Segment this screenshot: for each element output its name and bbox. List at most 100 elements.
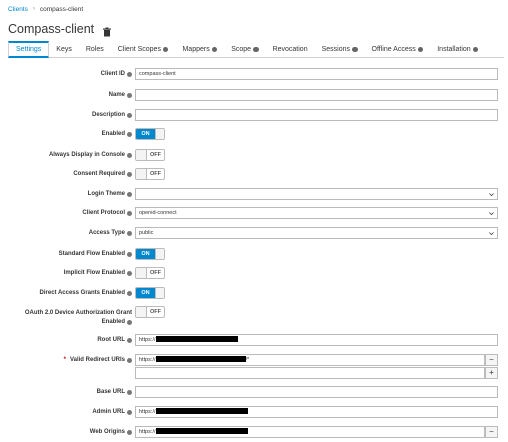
base-url-input[interactable] — [135, 386, 498, 398]
enabled-toggle[interactable]: ON — [135, 128, 165, 140]
help-icon — [127, 92, 132, 98]
direct-access-toggle[interactable]: ON — [135, 287, 165, 299]
label-text: Enabled — [101, 319, 125, 325]
root-url-input[interactable]: https:// — [135, 334, 498, 346]
required-marker: * — [63, 357, 66, 363]
help-icon — [127, 131, 132, 137]
help-icon — [127, 337, 132, 343]
url-prefix: https:// — [139, 357, 156, 363]
help-icon — [127, 112, 132, 118]
toggle-knob — [155, 249, 164, 259]
label-text: Client Protocol — [82, 210, 125, 216]
tab-roles[interactable]: Roles — [79, 41, 111, 58]
tab-bar: Settings Keys Roles Client Scopes Mapper… — [8, 41, 504, 58]
new-redirect-input[interactable] — [135, 367, 485, 379]
toggle-knob — [155, 288, 164, 298]
url-prefix: https:// — [139, 337, 156, 343]
toggle-state: ON — [136, 288, 155, 298]
consent-required-toggle[interactable]: OFF — [135, 168, 165, 180]
client-protocol-select[interactable]: openid-connect — [135, 207, 498, 219]
remove-redirect-button[interactable]: − — [485, 354, 498, 366]
help-icon — [127, 251, 132, 257]
label-text: Admin URL — [92, 409, 125, 415]
standard-flow-toggle[interactable]: ON — [135, 248, 165, 260]
tab-label: Roles — [85, 45, 104, 53]
label-text: OAuth 2.0 Device Authorization Grant — [24, 310, 132, 316]
label-text: Access Type — [88, 230, 125, 236]
toggle-state: ON — [136, 249, 155, 259]
base-url-label: Base URL — [97, 388, 132, 396]
tab-client-scopes[interactable]: Client Scopes — [111, 41, 176, 58]
help-icon — [211, 46, 218, 53]
remove-origin-button[interactable]: − — [485, 426, 498, 438]
url-suffix: /* — [245, 357, 250, 363]
tab-sessions[interactable]: Sessions — [315, 41, 365, 58]
label-text: Valid Redirect URIs — [69, 357, 125, 363]
enabled-label: Enabled — [102, 130, 132, 138]
help-icon — [127, 429, 132, 435]
name-input[interactable] — [135, 89, 498, 101]
direct-access-label: Direct Access Grants Enabled — [40, 289, 132, 297]
breadcrumb-current: compass-client — [39, 5, 84, 13]
tab-revocation[interactable]: Revocation — [266, 41, 315, 58]
tab-mappers[interactable]: Mappers — [175, 41, 224, 58]
login-theme-select[interactable] — [135, 188, 498, 200]
admin-url-label: Admin URL — [92, 408, 132, 416]
label-text: Name — [108, 92, 125, 98]
redacted-block — [155, 427, 248, 434]
label-text: Implicit Flow Enabled — [63, 270, 125, 276]
tab-label: Settings — [16, 45, 42, 53]
tab-label: Keys — [56, 45, 72, 53]
redacted-block — [155, 407, 248, 414]
admin-url-input[interactable]: https:// — [135, 406, 498, 418]
device-auth-toggle[interactable]: OFF — [135, 306, 165, 318]
tab-label: Installation — [437, 45, 471, 53]
client-id-input[interactable]: compass-client — [135, 68, 498, 80]
access-type-label: Access Type — [89, 229, 132, 237]
web-origins-label: Web Origins — [90, 428, 132, 436]
help-icon — [127, 389, 132, 395]
help-icon — [417, 46, 424, 53]
tab-offline-access[interactable]: Offline Access — [365, 41, 431, 58]
root-url-label: Root URL — [97, 336, 132, 344]
url-prefix: https:// — [139, 409, 156, 415]
consent-required-label: Consent Required — [73, 170, 132, 178]
label-text: Direct Access Grants Enabled — [39, 290, 125, 296]
web-origins-input[interactable]: https:// — [135, 426, 485, 438]
page-title: Compass-client — [8, 22, 95, 36]
device-auth-label-line2: Enabled — [102, 318, 132, 326]
toggle-knob — [136, 307, 147, 317]
label-text: Root URL — [97, 337, 125, 343]
always-display-toggle[interactable]: OFF — [135, 149, 165, 161]
label-text: Login Theme — [87, 191, 125, 197]
help-icon — [162, 46, 169, 53]
implicit-flow-label: Implicit Flow Enabled — [64, 269, 132, 277]
trash-icon[interactable] — [102, 24, 112, 37]
implicit-flow-toggle[interactable]: OFF — [135, 267, 165, 279]
tab-keys[interactable]: Keys — [49, 41, 79, 58]
tab-scope[interactable]: Scope — [224, 41, 265, 58]
redacted-block — [155, 335, 238, 342]
add-redirect-button[interactable]: + — [485, 367, 498, 379]
chevron-down-icon — [489, 193, 494, 197]
help-icon — [127, 71, 132, 77]
help-icon — [127, 409, 132, 415]
valid-redirect-input[interactable]: https:// /* — [135, 354, 485, 366]
select-value: openid-connect — [139, 210, 177, 216]
help-icon — [127, 191, 132, 197]
redacted-block — [155, 355, 246, 362]
help-icon — [127, 171, 132, 177]
tab-label: Mappers — [182, 45, 210, 53]
tab-settings[interactable]: Settings — [8, 41, 50, 58]
description-input[interactable] — [135, 109, 498, 121]
help-icon — [352, 46, 358, 53]
tab-label: Client Scopes — [117, 45, 161, 53]
tab-installation[interactable]: Installation — [430, 41, 485, 58]
toggle-state: OFF — [150, 171, 161, 177]
tab-label: Offline Access — [371, 45, 416, 53]
breadcrumb-clients-link[interactable]: Clients — [8, 6, 28, 13]
name-label: Name — [109, 91, 132, 99]
tab-label: Revocation — [272, 45, 308, 53]
access-type-select[interactable]: public — [135, 227, 498, 239]
help-icon — [127, 357, 132, 363]
